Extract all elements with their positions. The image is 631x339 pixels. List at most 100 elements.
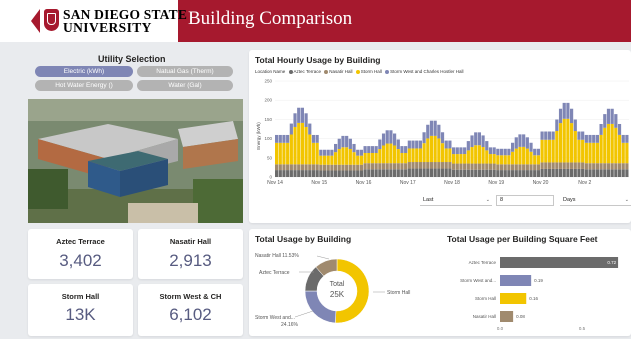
hourly-bar-segment (551, 162, 555, 169)
hourly-bar-segment (293, 126, 297, 165)
relative-date-count-input[interactable]: 8 (496, 195, 554, 206)
hourly-bar-segment (286, 142, 290, 165)
hourly-bar-segment (540, 139, 544, 163)
utility-electric-button[interactable]: Electric (kWh) (35, 66, 133, 77)
hourly-bar-segment (492, 154, 496, 164)
hourly-bar-segment (374, 152, 378, 164)
hourly-bar-segment (304, 113, 308, 127)
hourly-bar-segment (440, 143, 445, 163)
hourly-bar-segment (433, 135, 437, 163)
hourly-bar-segment (319, 155, 323, 165)
hourly-bar-segment (577, 162, 581, 169)
hourly-bar-segment (345, 170, 349, 177)
hourly-bar-segment (433, 168, 437, 177)
hourly-bar-segment (293, 164, 297, 171)
hourly-bar-segment (393, 163, 397, 170)
hourly-bar-segment (370, 146, 375, 153)
hourly-bar-segment (459, 147, 463, 155)
hourly-bar-segment (367, 146, 371, 153)
hourly-bar-segment (330, 170, 334, 177)
hourly-bar-segment (496, 148, 500, 156)
hourly-bar-segment (282, 170, 286, 177)
hourly-legend: Location Name Aztec Terrace Nasatir Hall… (255, 69, 464, 74)
kpi-value: 2,913 (169, 251, 212, 270)
hourly-bar-segment (499, 155, 504, 165)
hourly-bar-segment (599, 134, 603, 164)
legend-swatch (385, 69, 390, 74)
hourly-bar-segment (356, 164, 360, 171)
hourly-bar-segment (286, 164, 290, 171)
relative-date-mode-select[interactable]: Last ⌄ (420, 195, 492, 206)
utility-gas-button[interactable]: Natual Gas (Therm) (137, 66, 233, 77)
hourly-bar-segment (455, 147, 459, 155)
hourly-bar-segment (433, 162, 437, 169)
hourly-bar-segment (330, 164, 334, 171)
hourly-bar-segment (381, 145, 386, 164)
hourly-bar-segment (444, 168, 448, 177)
value-label: 0.16 (529, 296, 538, 301)
hourly-bar-segment (463, 163, 467, 170)
legend-item[interactable]: Nasatir Hall (329, 69, 352, 74)
legend-item[interactable]: Storm Hall (361, 69, 382, 74)
hourly-bar-segment (481, 135, 485, 148)
hourly-bar-segment (367, 169, 371, 177)
hourly-bar-segment (389, 163, 393, 170)
hourly-bar-segment (385, 163, 389, 170)
hourly-bar-segment (404, 146, 408, 153)
hourly-bar-segment (488, 147, 493, 155)
hourly-bar-segment (581, 162, 585, 169)
hourly-bar-segment (437, 138, 441, 163)
hourly-bar-segment (341, 164, 345, 171)
hourly-bar-segment (311, 164, 316, 171)
hourly-bar-segment (485, 141, 489, 151)
hourly-bar-segment (341, 147, 345, 165)
category-label: Storm West and... (460, 278, 496, 283)
hourly-bar-segment (511, 170, 515, 177)
hourly-bar-segment (518, 170, 522, 177)
hourly-bar-segment (595, 142, 599, 164)
hourly-bar-segment (485, 150, 489, 164)
hourly-bar-segment (326, 155, 330, 165)
hourly-bar-segment (566, 102, 570, 119)
hourly-bar-segment (514, 170, 518, 177)
hourly-bar-segment (400, 169, 404, 177)
utility-selection-title: Utility Selection (98, 54, 166, 64)
hourly-bar-segment (304, 164, 308, 171)
hourly-bar-segment (334, 170, 338, 177)
category-label: Storm Hall (475, 296, 496, 301)
hourly-bar-segment (481, 147, 485, 164)
hourly-bar-segment (555, 131, 559, 163)
hourly-bar-segment (573, 162, 577, 169)
hourly-bar-segment (297, 107, 301, 123)
utility-hot-water-button[interactable]: Hot Water Energy () (35, 80, 133, 91)
hourly-bar-segment (396, 169, 400, 177)
page-title: Building Comparison (188, 8, 353, 29)
hourly-bar-segment (496, 155, 500, 165)
hourly-bar-segment (393, 133, 397, 146)
hourly-bar-segment (503, 155, 507, 165)
legend-swatch (324, 69, 329, 74)
x-tick-label: Nov 19 (488, 180, 504, 186)
legend-item[interactable]: Aztec Terrace (294, 69, 321, 74)
kpi-value: 6,102 (169, 305, 212, 324)
legend-item[interactable]: Storm West and Charles Hostler Hall (390, 69, 463, 74)
hourly-bar-segment (485, 163, 489, 170)
hourly-bar-segment (507, 170, 511, 177)
y-tick-label: 150 (264, 117, 272, 122)
hourly-bar-segment (518, 134, 522, 147)
hourly-bar-segment (452, 169, 456, 177)
hourly-bar-segment (278, 142, 282, 165)
hourly-bar-segment (315, 142, 319, 165)
hourly-bar-segment (584, 169, 588, 177)
hourly-bar-segment (614, 114, 618, 128)
hourly-bar-segment (404, 152, 408, 164)
per-sqft-title: Total Usage per Building Square Feet (447, 234, 598, 244)
back-arrow-icon[interactable] (31, 9, 40, 33)
utility-water-button[interactable]: Water (Gal) (137, 80, 233, 91)
total-usage-donut-chart: Total 25K Nasatir Hall 11.53% Aztec Terr… (255, 253, 410, 328)
hourly-bar-segment (363, 163, 367, 170)
relative-date-unit-select[interactable]: Days ⌄ (560, 195, 631, 206)
sqft-bar (500, 275, 532, 286)
hourly-bar-segment (525, 148, 529, 165)
hourly-bar-segment (293, 170, 297, 177)
